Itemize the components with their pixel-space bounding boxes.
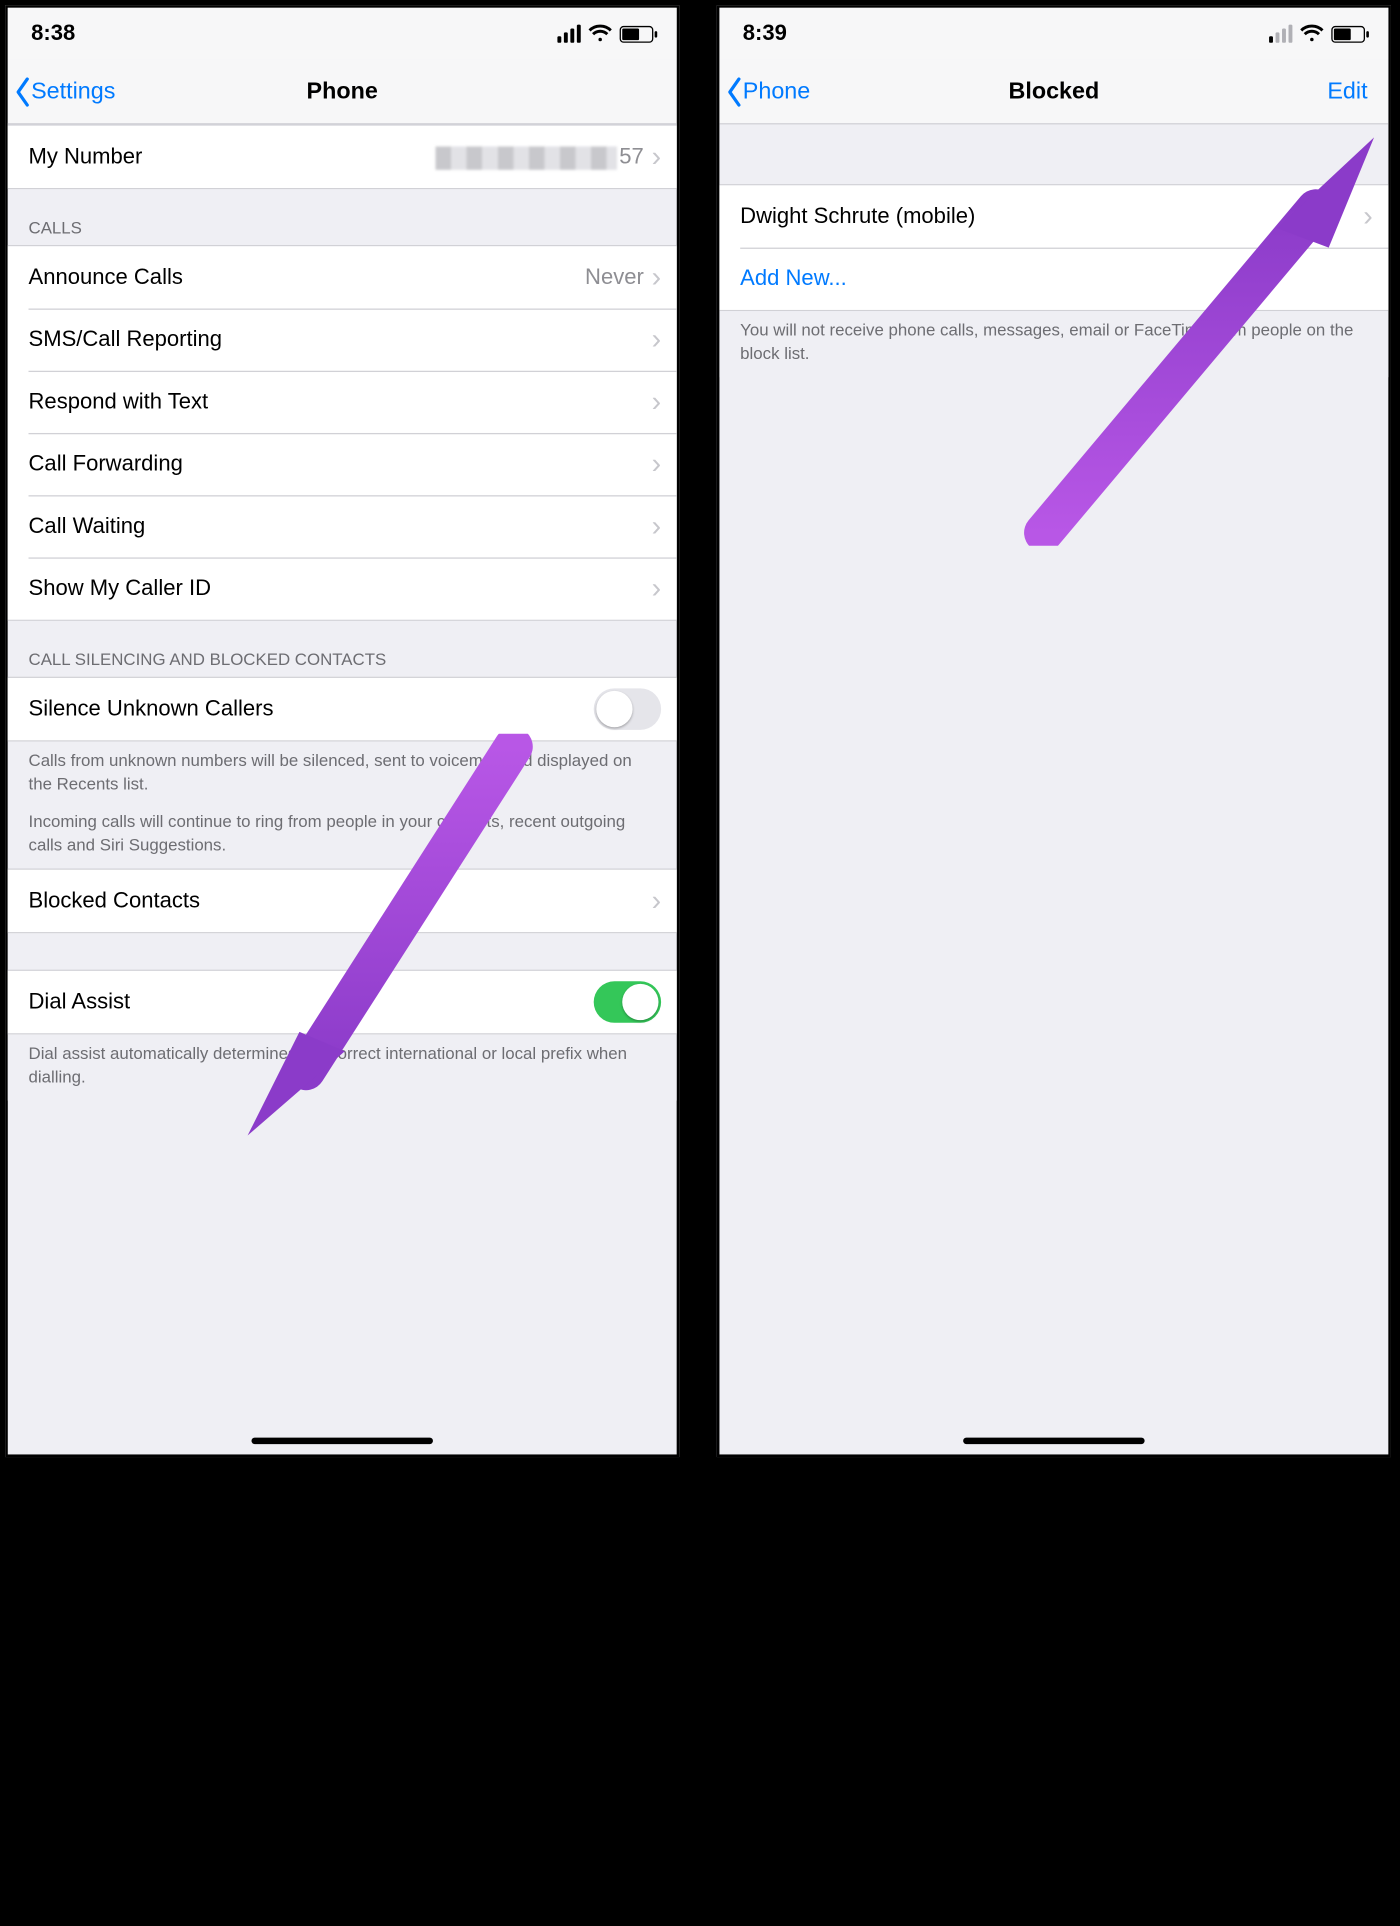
chevron-right-icon: › — [652, 263, 661, 292]
nav-title: Blocked — [719, 78, 1388, 105]
row-label: Blocked Contacts — [29, 888, 652, 914]
row-label: Dwight Schrute (mobile) — [740, 204, 1363, 230]
row-call-forwarding[interactable]: Call Forwarding› — [8, 433, 677, 495]
status-time: 8:38 — [31, 21, 75, 47]
wifi-icon — [1300, 25, 1323, 43]
edit-button[interactable]: Edit — [1327, 78, 1378, 105]
toggle-dial-assist[interactable] — [594, 982, 661, 1023]
row-silence-unknown[interactable]: Silence Unknown Callers — [8, 678, 677, 740]
phone-settings-screen: 8:38 Settings Phone My Number 57 › — [5, 5, 679, 1457]
row-blocked-contacts[interactable]: Blocked Contacts › — [8, 870, 677, 932]
wifi-icon — [589, 25, 612, 43]
back-button[interactable]: Settings — [13, 76, 115, 107]
group-calls: Announce CallsNever›SMS/Call Reporting›R… — [8, 245, 677, 621]
group-silence: Silence Unknown Callers — [8, 677, 677, 742]
add-new-label: Add New... — [740, 266, 1373, 292]
battery-icon — [1331, 25, 1365, 42]
home-indicator — [251, 1438, 432, 1444]
row-value: Never — [585, 264, 644, 290]
group-dial-assist: Dial Assist — [8, 970, 677, 1035]
chevron-right-icon: › — [652, 388, 661, 417]
row-label: Silence Unknown Callers — [29, 696, 594, 722]
row-add-new[interactable]: Add New... — [719, 248, 1388, 310]
row-label: Call Forwarding — [29, 451, 652, 477]
chevron-right-icon: › — [652, 574, 661, 603]
section-header-calls: CALLS — [8, 189, 677, 245]
toggle-silence-unknown[interactable] — [594, 688, 661, 729]
blocked-list-screen: 8:39 Phone Blocked Edit Dwight Schrute (… — [717, 5, 1391, 1457]
row-label: Dial Assist — [29, 989, 594, 1015]
row-label: Call Waiting — [29, 513, 652, 539]
row-dial-assist[interactable]: Dial Assist — [8, 971, 677, 1033]
section-footer-silence-2: Incoming calls will continue to ring fro… — [8, 808, 677, 869]
battery-icon — [620, 25, 654, 42]
chevron-right-icon: › — [652, 512, 661, 541]
chevron-right-icon: › — [652, 450, 661, 479]
nav-bar: Phone Blocked Edit — [719, 60, 1388, 125]
row-blocked-contact[interactable]: Dwight Schrute (mobile)› — [719, 185, 1388, 247]
row-label: SMS/Call Reporting — [29, 327, 652, 353]
chevron-left-icon — [13, 76, 31, 107]
row-show-my-caller-id[interactable]: Show My Caller ID› — [8, 557, 677, 619]
section-footer-dial: Dial assist automatically determines the… — [8, 1035, 677, 1101]
status-bar: 8:38 — [8, 8, 677, 60]
status-time: 8:39 — [743, 21, 787, 47]
group-my-number: My Number 57 › — [8, 124, 677, 189]
back-button[interactable]: Phone — [725, 76, 811, 107]
section-footer-blocked: You will not receive phone calls, messag… — [719, 311, 1388, 377]
section-header-silencing: CALL SILENCING AND BLOCKED CONTACTS — [8, 621, 677, 677]
cellular-icon — [557, 25, 580, 43]
row-label: My Number — [29, 144, 436, 170]
status-bar: 8:39 — [719, 8, 1388, 60]
group-blocked-list: Dwight Schrute (mobile)› Add New... — [719, 184, 1388, 311]
row-label: Show My Caller ID — [29, 576, 652, 602]
row-label: Respond with Text — [29, 389, 652, 415]
back-label: Phone — [743, 78, 810, 105]
group-blocked: Blocked Contacts › — [8, 869, 677, 934]
cellular-icon — [1269, 25, 1292, 43]
chevron-right-icon: › — [652, 143, 661, 172]
status-icons — [1269, 25, 1365, 43]
nav-bar: Settings Phone — [8, 60, 677, 125]
home-indicator — [963, 1438, 1144, 1444]
status-icons — [557, 25, 653, 43]
row-respond-with-text[interactable]: Respond with Text› — [8, 371, 677, 433]
row-call-waiting[interactable]: Call Waiting› — [8, 495, 677, 557]
section-footer-silence-1: Calls from unknown numbers will be silen… — [8, 741, 677, 807]
chevron-right-icon: › — [1363, 202, 1372, 231]
redacted-number — [435, 146, 616, 169]
row-label: Announce Calls — [29, 264, 586, 290]
chevron-right-icon: › — [652, 887, 661, 916]
row-my-number[interactable]: My Number 57 › — [8, 126, 677, 188]
row-sms-call-reporting[interactable]: SMS/Call Reporting› — [8, 309, 677, 371]
back-label: Settings — [31, 78, 115, 105]
chevron-right-icon: › — [652, 325, 661, 354]
row-value: 57 — [435, 144, 644, 170]
row-announce-calls[interactable]: Announce CallsNever › — [8, 246, 677, 308]
chevron-left-icon — [725, 76, 743, 107]
